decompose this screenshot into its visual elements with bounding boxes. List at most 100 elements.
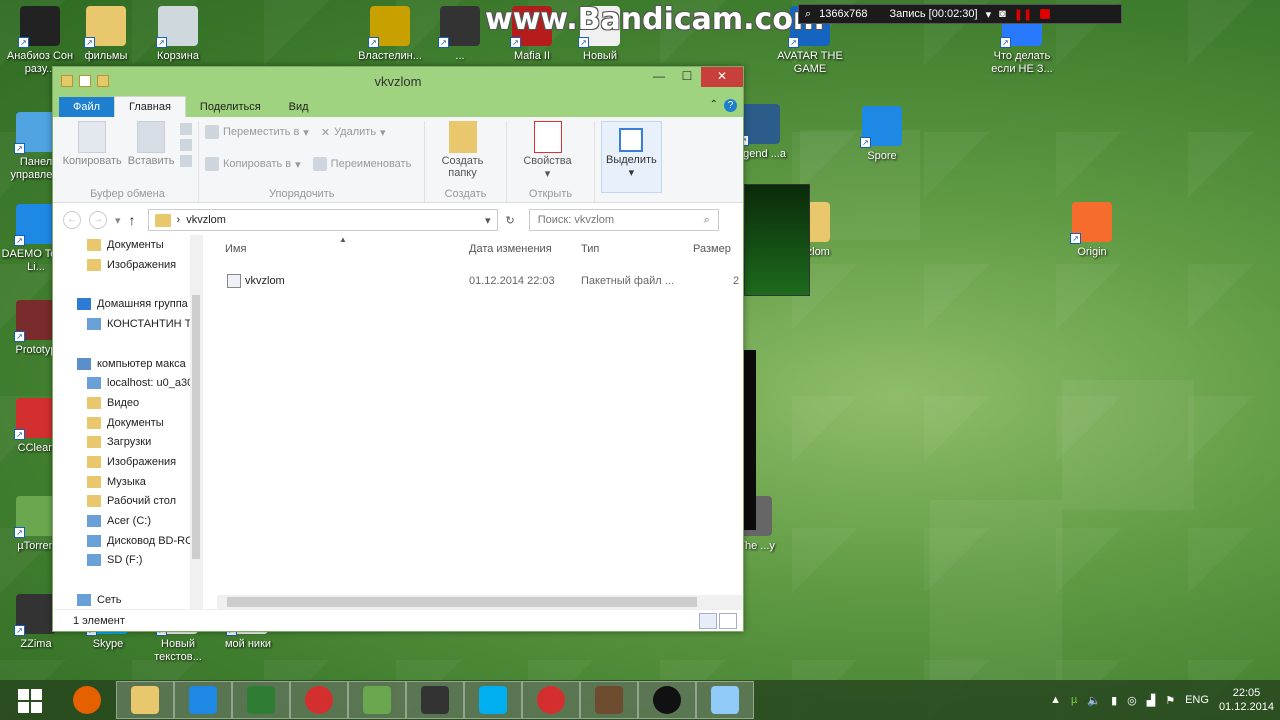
language-indicator[interactable]: ENG xyxy=(1185,694,1209,706)
background-window xyxy=(744,184,810,296)
column-type[interactable]: Тип xyxy=(581,243,599,255)
maximize-button[interactable]: ☐ xyxy=(673,67,701,87)
flag-icon[interactable]: ⚑ xyxy=(1165,694,1175,707)
taskbar-button[interactable] xyxy=(0,681,58,719)
help-icon[interactable]: ? xyxy=(724,99,737,112)
clock[interactable]: 22:05 01.12.2014 xyxy=(1219,686,1274,714)
taskbar-button[interactable] xyxy=(116,681,174,719)
tab-view[interactable]: Вид xyxy=(275,97,323,117)
battery-icon[interactable]: ▮ xyxy=(1111,694,1117,707)
refresh-button[interactable]: ↻ xyxy=(506,214,515,227)
taskbar-button[interactable] xyxy=(696,681,754,719)
copy-to-button[interactable]: Копировать в ▾ xyxy=(205,153,301,175)
taskbar-button[interactable] xyxy=(638,681,696,719)
network-icon[interactable]: ▟ xyxy=(1147,694,1155,707)
nav-item[interactable]: Домашняя группа xyxy=(53,294,202,314)
minimize-button[interactable]: — xyxy=(645,67,673,87)
column-date[interactable]: Дата изменения xyxy=(469,243,552,255)
taskbar-button[interactable] xyxy=(174,681,232,719)
folder-icon xyxy=(87,416,101,429)
nav-item[interactable]: Дисковод BD-RO xyxy=(53,531,202,551)
nav-item[interactable]: Загрузки xyxy=(53,433,202,453)
nav-item[interactable]: Музыка xyxy=(53,472,202,492)
copy-path-icon[interactable] xyxy=(180,139,193,151)
back-button[interactable]: ← xyxy=(63,211,81,229)
move-to-button[interactable]: Переместить в ▾ xyxy=(205,121,309,143)
move-icon xyxy=(205,125,219,139)
paste-shortcut-icon[interactable] xyxy=(180,155,193,167)
forward-button[interactable]: → xyxy=(89,211,107,229)
scrollbar-thumb[interactable] xyxy=(227,597,697,607)
taskbar-button[interactable] xyxy=(290,681,348,719)
nav-item[interactable]: Изображения xyxy=(53,452,202,472)
pause-icon[interactable]: ❚❚ xyxy=(1014,8,1032,21)
column-size[interactable]: Размер xyxy=(693,243,731,255)
desktop-icon[interactable]: ↗ Корзина xyxy=(138,6,218,63)
nav-item[interactable]: Изображения xyxy=(53,255,202,275)
volume-icon[interactable]: 🔈 xyxy=(1087,694,1101,707)
nav-item[interactable]: Документы xyxy=(53,235,202,255)
taskbar-button[interactable] xyxy=(348,681,406,719)
skype-tray-icon[interactable]: ◎ xyxy=(1127,694,1137,707)
nav-item[interactable]: Документы xyxy=(53,413,202,433)
rename-button[interactable]: Переименовать xyxy=(312,153,411,175)
tab-file[interactable]: Файл xyxy=(59,97,115,117)
details-view-icon[interactable] xyxy=(699,613,717,629)
search-icon[interactable]: ⌕ xyxy=(805,8,811,21)
tab-home[interactable]: Главная xyxy=(114,96,186,117)
desktop-icon[interactable]: ↗ Spore xyxy=(842,106,922,163)
scrollbar-thumb[interactable] xyxy=(192,295,200,559)
paste-button[interactable]: Вставить xyxy=(128,121,174,167)
taskbar-button[interactable] xyxy=(464,681,522,719)
nav-item[interactable]: SD (F:) xyxy=(53,551,202,571)
close-button[interactable]: ✕ xyxy=(701,67,743,87)
copy-button[interactable]: Копировать xyxy=(63,121,122,167)
taskbar-button[interactable] xyxy=(58,681,116,719)
cut-icon[interactable] xyxy=(180,123,193,135)
horizontal-scrollbar[interactable] xyxy=(217,595,743,609)
group-label: Открыть xyxy=(528,188,573,200)
new-folder-icon[interactable] xyxy=(97,75,109,87)
recording-toolbar[interactable]: ⌕ 1366x768 Запись [00:02:30] ▾ ◙ ❚❚ xyxy=(798,4,1122,24)
tab-share[interactable]: Поделиться xyxy=(186,97,275,117)
vertical-scrollbar[interactable] xyxy=(190,235,202,609)
utorrent-tray-icon[interactable]: µ xyxy=(1071,694,1077,706)
desktop-icon[interactable]: ↗ Властелин... xyxy=(350,6,430,63)
camera-icon[interactable]: ◙ xyxy=(999,8,1006,20)
large-icons-view-icon[interactable] xyxy=(719,613,737,629)
select-button[interactable]: Выделить ▾ xyxy=(601,121,662,193)
title-bar[interactable]: vkvzlom — ☐ ✕ xyxy=(53,67,743,95)
taskbar-button[interactable] xyxy=(232,681,290,719)
nav-item[interactable]: КОНСТАНТИН Т xyxy=(53,314,202,334)
nav-item[interactable]: localhost: u0_a30 xyxy=(53,373,202,393)
desktop-icon[interactable]: ↗ фильмы xyxy=(66,6,146,63)
nav-item[interactable]: компьютер макса xyxy=(53,354,202,374)
window-title: vkvzlom xyxy=(374,73,422,89)
nav-item[interactable]: Acer (C:) xyxy=(53,511,202,531)
delete-button[interactable]: ✕ Удалить ▾ xyxy=(321,121,386,143)
folder-icon[interactable] xyxy=(61,75,73,87)
path-box[interactable]: › vkvzlom ▾ xyxy=(147,209,498,231)
chevron-down-icon[interactable]: ▾ xyxy=(115,214,121,227)
taskbar-button[interactable] xyxy=(406,681,464,719)
chevron-up-icon[interactable]: ⌃ xyxy=(710,99,718,112)
taskbar-button[interactable] xyxy=(580,681,638,719)
desktop-icon[interactable]: ↗ Origin xyxy=(1052,202,1132,259)
nav-item[interactable]: Рабочий стол xyxy=(53,492,202,512)
nav-item[interactable]: Видео xyxy=(53,393,202,413)
stop-icon[interactable] xyxy=(1040,9,1051,19)
table-row[interactable]: vkvzlom 01.12.2014 22:03 Пакетный файл .… xyxy=(203,271,743,291)
properties-icon[interactable] xyxy=(79,75,91,87)
new-folder-button[interactable]: Создать папку xyxy=(441,121,485,179)
column-name[interactable]: Имя xyxy=(225,243,246,255)
nav-item[interactable]: Сеть xyxy=(53,590,202,609)
path-text: vkvzlom xyxy=(186,214,226,226)
chevron-up-icon[interactable]: ▲ xyxy=(1050,694,1061,706)
taskbar-button[interactable] xyxy=(522,681,580,719)
properties-button[interactable]: Свойства ▾ xyxy=(523,121,572,180)
nav-item-label: компьютер макса xyxy=(97,357,186,370)
up-button[interactable]: ↑ xyxy=(129,212,136,228)
search-input[interactable]: Поиск: vkvzlom ⌕ xyxy=(528,209,719,231)
chevron-down-icon[interactable]: ▾ xyxy=(485,214,491,227)
chevron-down-icon[interactable]: ▾ xyxy=(986,8,992,21)
